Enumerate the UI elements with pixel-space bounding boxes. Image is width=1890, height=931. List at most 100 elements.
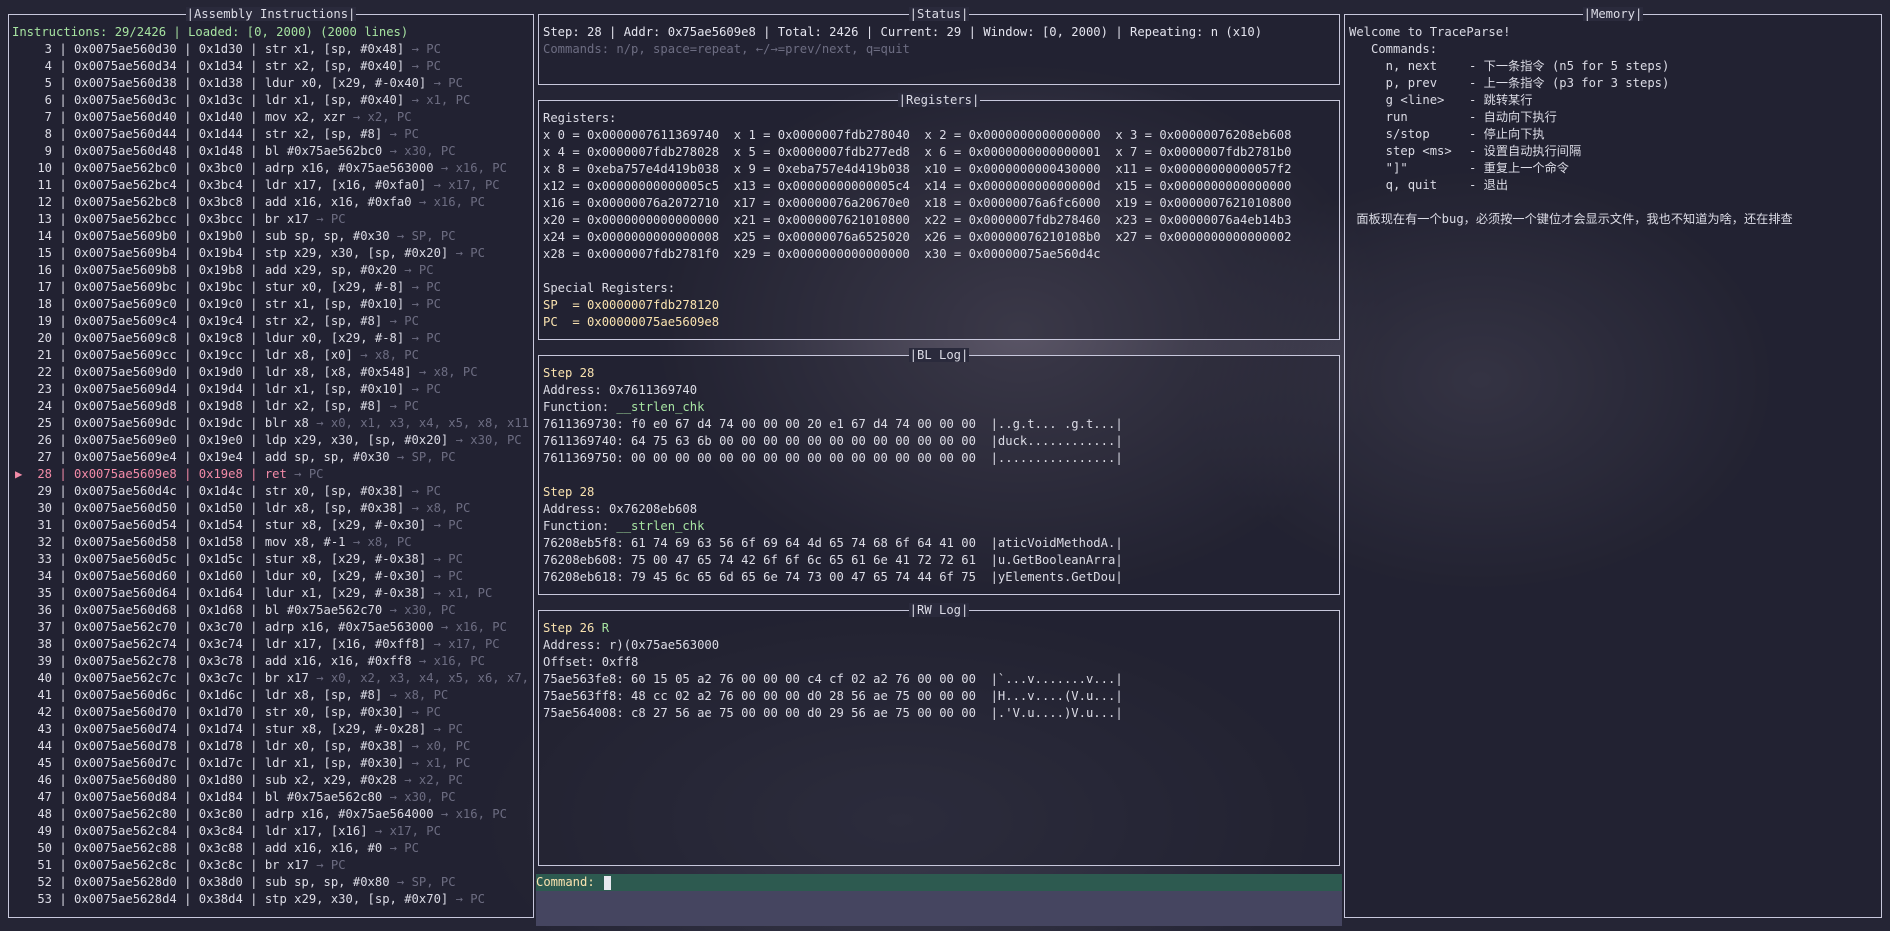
instruction-row[interactable]: 48 | 0x0075ae562c80 | 0x3c80 | adrp x16,… [12, 806, 530, 823]
instruction-row[interactable]: 33 | 0x0075ae560d5c | 0x1d5c | stur x8, … [12, 551, 530, 568]
line-number: 7 [44, 110, 52, 124]
instruction-row[interactable]: 6 | 0x0075ae560d3c | 0x1d3c | ldr x1, [s… [12, 92, 530, 109]
instruction-row[interactable]: 10 | 0x0075ae562bc0 | 0x3bc0 | adrp x16,… [12, 160, 530, 177]
registers-heading: Registers: [543, 111, 617, 125]
line-number: 3 [44, 42, 52, 56]
instruction-offset: 0x1d3c [198, 93, 243, 107]
instruction-row[interactable]: 45 | 0x0075ae560d7c | 0x1d7c | ldr x1, [… [12, 755, 530, 772]
command-bar[interactable]: Command: [536, 874, 1342, 926]
instruction-row[interactable]: 25 | 0x0075ae5609dc | 0x19dc | blr x8 → … [12, 415, 530, 432]
instruction-address: 0x0075ae560d40 [74, 110, 177, 124]
register-row: x 8 = 0xeba757e4d419b038 x 9 = 0xeba757e… [543, 162, 1292, 176]
line-number: 20 [37, 331, 52, 345]
line-number: 8 [44, 127, 52, 141]
instruction-row[interactable]: 11 | 0x0075ae562bc4 | 0x3bc4 | ldr x17, … [12, 177, 530, 194]
instruction-row[interactable]: 34 | 0x0075ae560d60 | 0x1d60 | ldur x0, … [12, 568, 530, 585]
instruction-list[interactable]: 3 | 0x0075ae560d30 | 0x1d30 | str x1, [s… [12, 41, 530, 908]
instruction-row[interactable]: 36 | 0x0075ae560d68 | 0x1d68 | bl #0x75a… [12, 602, 530, 619]
instruction-text: 31 | 0x0075ae560d54 | 0x1d54 | stur x8, … [16, 518, 426, 532]
instruction-row[interactable]: 32 | 0x0075ae560d58 | 0x1d58 | mov x8, #… [12, 534, 530, 551]
command-name: n, next [1349, 59, 1438, 73]
instruction-row[interactable]: 13 | 0x0075ae562bcc | 0x3bcc | br x17 → … [12, 211, 530, 228]
instruction-row[interactable]: 9 | 0x0075ae560d48 | 0x1d48 | bl #0x75ae… [12, 143, 530, 160]
line-number: 6 [44, 93, 52, 107]
instruction-text: 15 | 0x0075ae5609b4 | 0x19b4 | stp x29, … [16, 246, 448, 260]
instruction-row[interactable]: 30 | 0x0075ae560d50 | 0x1d50 | ldr x8, [… [12, 500, 530, 517]
instruction-row[interactable]: 19 | 0x0075ae5609c4 | 0x19c4 | str x2, [… [12, 313, 530, 330]
instruction-row[interactable]: 31 | 0x0075ae560d54 | 0x1d54 | stur x8, … [12, 517, 530, 534]
instruction-row[interactable]: 20 | 0x0075ae5609c8 | 0x19c8 | ldur x0, … [12, 330, 530, 347]
instruction-row[interactable]: 26 | 0x0075ae5609e0 | 0x19e0 | ldp x29, … [12, 432, 530, 449]
instruction-row[interactable]: 29 | 0x0075ae560d4c | 0x1d4c | str x0, [… [12, 483, 530, 500]
instruction-effect: → PC [404, 263, 434, 277]
instruction-row[interactable]: 44 | 0x0075ae560d78 | 0x1d78 | ldr x0, [… [12, 738, 530, 755]
command-description: - 自动向下执行 [1469, 110, 1557, 124]
instruction-offset: 0x19c0 [198, 297, 243, 311]
command-description: - 退出 [1469, 178, 1509, 192]
instruction-row[interactable]: 16 | 0x0075ae5609b8 | 0x19b8 | add x29, … [12, 262, 530, 279]
instruction-offset: 0x19e0 [198, 433, 243, 447]
instruction-row[interactable]: 21 | 0x0075ae5609cc | 0x19cc | ldr x8, [… [12, 347, 530, 364]
instruction-row[interactable]: 12 | 0x0075ae562bc8 | 0x3bc8 | add x16, … [12, 194, 530, 211]
instruction-row[interactable]: 14 | 0x0075ae5609b0 | 0x19b0 | sub sp, s… [12, 228, 530, 245]
line-number: 33 [37, 552, 52, 566]
instruction-row[interactable]: 24 | 0x0075ae5609d8 | 0x19d8 | ldr x2, [… [12, 398, 530, 415]
instruction-effect: → PC [389, 314, 419, 328]
command-input[interactable]: Command: [536, 874, 1342, 891]
instruction-row[interactable]: 35 | 0x0075ae560d64 | 0x1d64 | ldur x1, … [12, 585, 530, 602]
instruction-row[interactable]: 52 | 0x0075ae5628d0 | 0x38d0 | sub sp, s… [12, 874, 530, 891]
instruction-row[interactable]: 43 | 0x0075ae560d74 | 0x1d74 | stur x8, … [12, 721, 530, 738]
command-name: q, quit [1349, 178, 1438, 192]
hex-dump-line: 76208eb608: 75 00 47 65 74 42 6f 6f 6c 6… [543, 553, 1123, 567]
instruction-mnemonic: add x16, x16, #0xfa0 [264, 195, 412, 209]
line-number: 17 [37, 280, 52, 294]
command-description: - 上一条指令 (p3 for 3 steps) [1469, 76, 1670, 90]
instruction-row[interactable]: 23 | 0x0075ae5609d4 | 0x19d4 | ldr x1, [… [12, 381, 530, 398]
instruction-mnemonic: stp x29, x30, [sp, #0x70] [264, 892, 449, 906]
instruction-address: 0x0075ae560d64 [74, 586, 177, 600]
instruction-row[interactable]: 27 | 0x0075ae5609e4 | 0x19e4 | add sp, s… [12, 449, 530, 466]
instruction-row[interactable]: 53 | 0x0075ae5628d4 | 0x38d4 | stp x29, … [12, 891, 530, 908]
instruction-row[interactable]: 17 | 0x0075ae5609bc | 0x19bc | stur x0, … [12, 279, 530, 296]
line-number: 37 [37, 620, 52, 634]
instruction-address: 0x0075ae560d34 [74, 59, 177, 73]
instruction-text: 24 | 0x0075ae5609d8 | 0x19d8 | ldr x2, [… [16, 399, 382, 413]
instruction-address: 0x0075ae560d84 [74, 790, 177, 804]
instruction-text: 41 | 0x0075ae560d6c | 0x1d6c | ldr x8, [… [16, 688, 382, 702]
instruction-mnemonic: str x0, [sp, #0x30] [264, 705, 405, 719]
instruction-mnemonic: ldr x17, [x16] [264, 824, 368, 838]
instruction-row[interactable]: 37 | 0x0075ae562c70 | 0x3c70 | adrp x16,… [12, 619, 530, 636]
instruction-offset: 0x1d74 [198, 722, 243, 736]
instruction-offset: 0x1d64 [198, 586, 243, 600]
instruction-row[interactable]: 47 | 0x0075ae560d84 | 0x1d84 | bl #0x75a… [12, 789, 530, 806]
command-area[interactable] [536, 891, 1342, 926]
instruction-row[interactable]: 8 | 0x0075ae560d44 | 0x1d44 | str x2, [s… [12, 126, 530, 143]
instruction-row[interactable]: 41 | 0x0075ae560d6c | 0x1d6c | ldr x8, [… [12, 687, 530, 704]
assembly-panel[interactable]: |Assembly Instructions| Instructions: 29… [8, 7, 534, 918]
instruction-row[interactable]: 49 | 0x0075ae562c84 | 0x3c84 | ldr x17, … [12, 823, 530, 840]
instruction-row[interactable]: ▶ 28 | 0x0075ae5609e8 | 0x19e8 | ret → PC [12, 466, 530, 483]
instruction-row[interactable]: 15 | 0x0075ae5609b4 | 0x19b4 | stp x29, … [12, 245, 530, 262]
instruction-offset: 0x3c84 [198, 824, 243, 838]
instruction-text: 27 | 0x0075ae5609e4 | 0x19e4 | add sp, s… [16, 450, 389, 464]
instruction-text: 8 | 0x0075ae560d44 | 0x1d44 | str x2, [s… [16, 127, 383, 141]
line-number: 53 [37, 892, 52, 906]
instruction-row[interactable]: 38 | 0x0075ae562c74 | 0x3c74 | ldr x17, … [12, 636, 530, 653]
instruction-row[interactable]: 42 | 0x0075ae560d70 | 0x1d70 | str x0, [… [12, 704, 530, 721]
instruction-row[interactable]: 7 | 0x0075ae560d40 | 0x1d40 | mov x2, xz… [12, 109, 530, 126]
instruction-row[interactable]: 50 | 0x0075ae562c88 | 0x3c88 | add x16, … [12, 840, 530, 857]
instruction-row[interactable]: 51 | 0x0075ae562c8c | 0x3c8c | br x17 → … [12, 857, 530, 874]
instruction-offset: 0x1d4c [198, 484, 243, 498]
instruction-offset: 0x19cc [198, 348, 243, 362]
instruction-offset: 0x1d7c [198, 756, 243, 770]
instruction-row[interactable]: 40 | 0x0075ae562c7c | 0x3c7c | br x17 → … [12, 670, 530, 687]
instruction-row[interactable]: 39 | 0x0075ae562c78 | 0x3c78 | add x16, … [12, 653, 530, 670]
line-number: 34 [37, 569, 52, 583]
instruction-row[interactable]: 5 | 0x0075ae560d38 | 0x1d38 | ldur x0, [… [12, 75, 530, 92]
instruction-row[interactable]: 18 | 0x0075ae5609c0 | 0x19c0 | str x1, [… [12, 296, 530, 313]
instruction-row[interactable]: 46 | 0x0075ae560d80 | 0x1d80 | sub x2, x… [12, 772, 530, 789]
instruction-row[interactable]: 4 | 0x0075ae560d34 | 0x1d34 | str x2, [s… [12, 58, 530, 75]
instruction-row[interactable]: 22 | 0x0075ae5609d0 | 0x19d0 | ldr x8, [… [12, 364, 530, 381]
instruction-row[interactable]: 3 | 0x0075ae560d30 | 0x1d30 | str x1, [s… [12, 41, 530, 58]
instruction-effect: → x8, PC [389, 688, 449, 702]
